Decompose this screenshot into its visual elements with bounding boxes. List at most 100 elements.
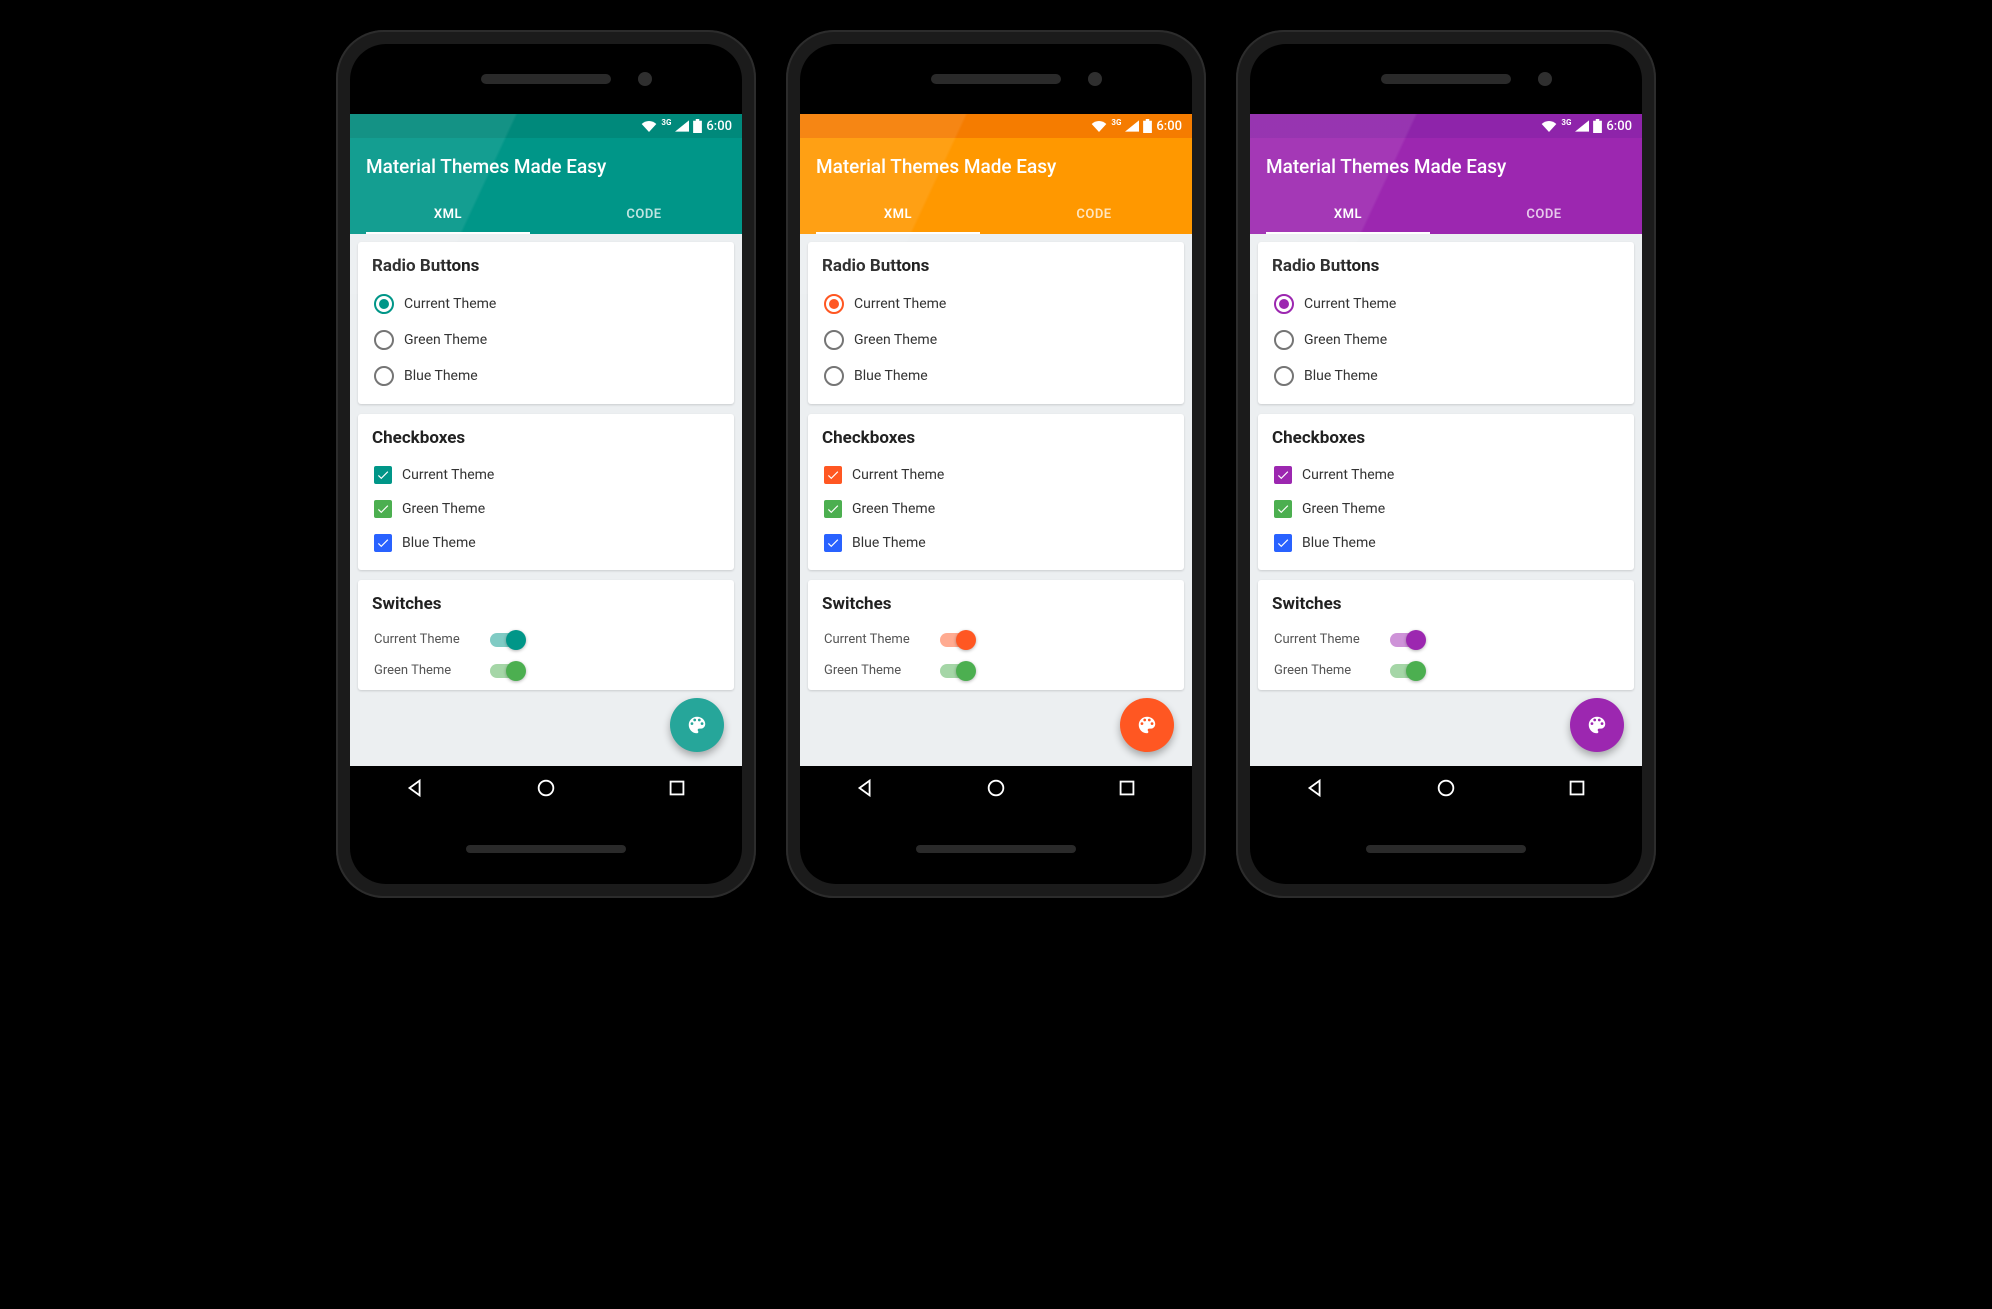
checkbox-label: Blue Theme bbox=[852, 535, 926, 551]
checkbox-current[interactable] bbox=[824, 466, 842, 484]
card-title-checkboxes: Checkboxes bbox=[372, 428, 720, 448]
checkbox-label: Green Theme bbox=[852, 501, 935, 517]
nav-back-button[interactable] bbox=[1304, 777, 1326, 803]
switch-row-green[interactable]: Green Theme bbox=[822, 655, 1170, 686]
checkbox-green[interactable] bbox=[374, 500, 392, 518]
radio-blue[interactable] bbox=[1274, 366, 1294, 386]
radio-label: Blue Theme bbox=[1304, 368, 1378, 384]
content-scroll[interactable]: Radio Buttons Current Theme Green Theme … bbox=[800, 234, 1192, 766]
nav-recent-button[interactable] bbox=[1116, 777, 1138, 803]
checkbox-current[interactable] bbox=[374, 466, 392, 484]
radio-current[interactable] bbox=[824, 294, 844, 314]
fab-theme-picker[interactable] bbox=[1120, 698, 1174, 752]
clock: 6:00 bbox=[706, 119, 732, 134]
triangle-back-icon bbox=[854, 777, 876, 799]
card-checkboxes: Checkboxes Current Theme Green Theme bbox=[358, 414, 734, 570]
radio-green[interactable] bbox=[1274, 330, 1294, 350]
tab-code[interactable]: CODE bbox=[996, 194, 1192, 234]
square-recent-icon bbox=[1566, 777, 1588, 799]
switch-row-green[interactable]: Green Theme bbox=[1272, 655, 1620, 686]
nav-bar bbox=[1250, 766, 1642, 814]
nav-recent-button[interactable] bbox=[666, 777, 688, 803]
card-title-switches: Switches bbox=[822, 594, 1170, 614]
radio-blue[interactable] bbox=[824, 366, 844, 386]
palette-icon bbox=[1586, 714, 1608, 736]
front-camera bbox=[638, 72, 652, 86]
switch-green[interactable] bbox=[1390, 664, 1424, 678]
checkbox-blue[interactable] bbox=[1274, 534, 1292, 552]
tab-code-label: CODE bbox=[626, 207, 661, 222]
circle-home-icon bbox=[535, 777, 557, 799]
checkbox-current[interactable] bbox=[1274, 466, 1292, 484]
checkbox-row-current[interactable]: Current Theme bbox=[1272, 458, 1620, 492]
radio-green[interactable] bbox=[824, 330, 844, 350]
radio-label: Green Theme bbox=[854, 332, 937, 348]
switch-row-current[interactable]: Current Theme bbox=[1272, 624, 1620, 655]
switch-current[interactable] bbox=[1390, 633, 1424, 647]
card-title-radio: Radio Buttons bbox=[1272, 256, 1620, 276]
radio-current[interactable] bbox=[1274, 294, 1294, 314]
radio-row-blue[interactable]: Blue Theme bbox=[822, 358, 1170, 394]
radio-row-green[interactable]: Green Theme bbox=[1272, 322, 1620, 358]
switch-current[interactable] bbox=[940, 633, 974, 647]
checkbox-row-green[interactable]: Green Theme bbox=[1272, 492, 1620, 526]
checkbox-row-green[interactable]: Green Theme bbox=[822, 492, 1170, 526]
tab-xml-label: XML bbox=[1334, 207, 1362, 222]
tab-xml[interactable]: XML bbox=[350, 194, 546, 234]
checkbox-row-green[interactable]: Green Theme bbox=[372, 492, 720, 526]
screen: 3G 6:00 Material Themes Made Easy XML CO… bbox=[800, 114, 1192, 814]
radio-row-green[interactable]: Green Theme bbox=[372, 322, 720, 358]
checkbox-blue[interactable] bbox=[374, 534, 392, 552]
switch-green[interactable] bbox=[490, 664, 524, 678]
circle-home-icon bbox=[985, 777, 1007, 799]
checkbox-green[interactable] bbox=[1274, 500, 1292, 518]
fab-theme-picker[interactable] bbox=[670, 698, 724, 752]
checkbox-row-blue[interactable]: Blue Theme bbox=[1272, 526, 1620, 560]
switch-green[interactable] bbox=[940, 664, 974, 678]
radio-row-current[interactable]: Current Theme bbox=[372, 286, 720, 322]
tab-code[interactable]: CODE bbox=[546, 194, 742, 234]
nav-recent-button[interactable] bbox=[1566, 777, 1588, 803]
content-scroll[interactable]: Radio Buttons Current Theme Green Theme … bbox=[350, 234, 742, 766]
app-title: Material Themes Made Easy bbox=[816, 155, 1056, 178]
tab-code[interactable]: CODE bbox=[1446, 194, 1642, 234]
card-checkboxes: Checkboxes Current Theme Green Theme bbox=[1258, 414, 1634, 570]
battery-icon bbox=[1143, 119, 1152, 133]
switch-row-green[interactable]: Green Theme bbox=[372, 655, 720, 686]
checkbox-row-blue[interactable]: Blue Theme bbox=[372, 526, 720, 560]
circle-home-icon bbox=[1435, 777, 1457, 799]
nav-back-button[interactable] bbox=[404, 777, 426, 803]
radio-current[interactable] bbox=[374, 294, 394, 314]
card-checkboxes: Checkboxes Current Theme Green Theme bbox=[808, 414, 1184, 570]
phone-mockup-teal: 3G 6:00 Material Themes Made Easy XML CO… bbox=[336, 30, 756, 898]
switch-row-current[interactable]: Current Theme bbox=[372, 624, 720, 655]
tab-code-label: CODE bbox=[1076, 207, 1111, 222]
network-type: 3G bbox=[661, 119, 671, 127]
fab-theme-picker[interactable] bbox=[1570, 698, 1624, 752]
switch-row-current[interactable]: Current Theme bbox=[822, 624, 1170, 655]
radio-green[interactable] bbox=[374, 330, 394, 350]
checkbox-green[interactable] bbox=[824, 500, 842, 518]
nav-back-button[interactable] bbox=[854, 777, 876, 803]
check-icon bbox=[1276, 536, 1290, 550]
tab-xml[interactable]: XML bbox=[800, 194, 996, 234]
radio-row-current[interactable]: Current Theme bbox=[822, 286, 1170, 322]
radio-row-green[interactable]: Green Theme bbox=[822, 322, 1170, 358]
check-icon bbox=[376, 502, 390, 516]
radio-label: Blue Theme bbox=[404, 368, 478, 384]
checkbox-row-current[interactable]: Current Theme bbox=[372, 458, 720, 492]
nav-home-button[interactable] bbox=[1435, 777, 1457, 803]
nav-home-button[interactable] bbox=[535, 777, 557, 803]
nav-home-button[interactable] bbox=[985, 777, 1007, 803]
checkbox-row-current[interactable]: Current Theme bbox=[822, 458, 1170, 492]
radio-blue[interactable] bbox=[374, 366, 394, 386]
tab-xml[interactable]: XML bbox=[1250, 194, 1446, 234]
checkbox-blue[interactable] bbox=[824, 534, 842, 552]
switch-current[interactable] bbox=[490, 633, 524, 647]
radio-row-blue[interactable]: Blue Theme bbox=[1272, 358, 1620, 394]
radio-row-blue[interactable]: Blue Theme bbox=[372, 358, 720, 394]
signal-icon bbox=[675, 120, 689, 132]
radio-row-current[interactable]: Current Theme bbox=[1272, 286, 1620, 322]
content-scroll[interactable]: Radio Buttons Current Theme Green Theme … bbox=[1250, 234, 1642, 766]
checkbox-row-blue[interactable]: Blue Theme bbox=[822, 526, 1170, 560]
